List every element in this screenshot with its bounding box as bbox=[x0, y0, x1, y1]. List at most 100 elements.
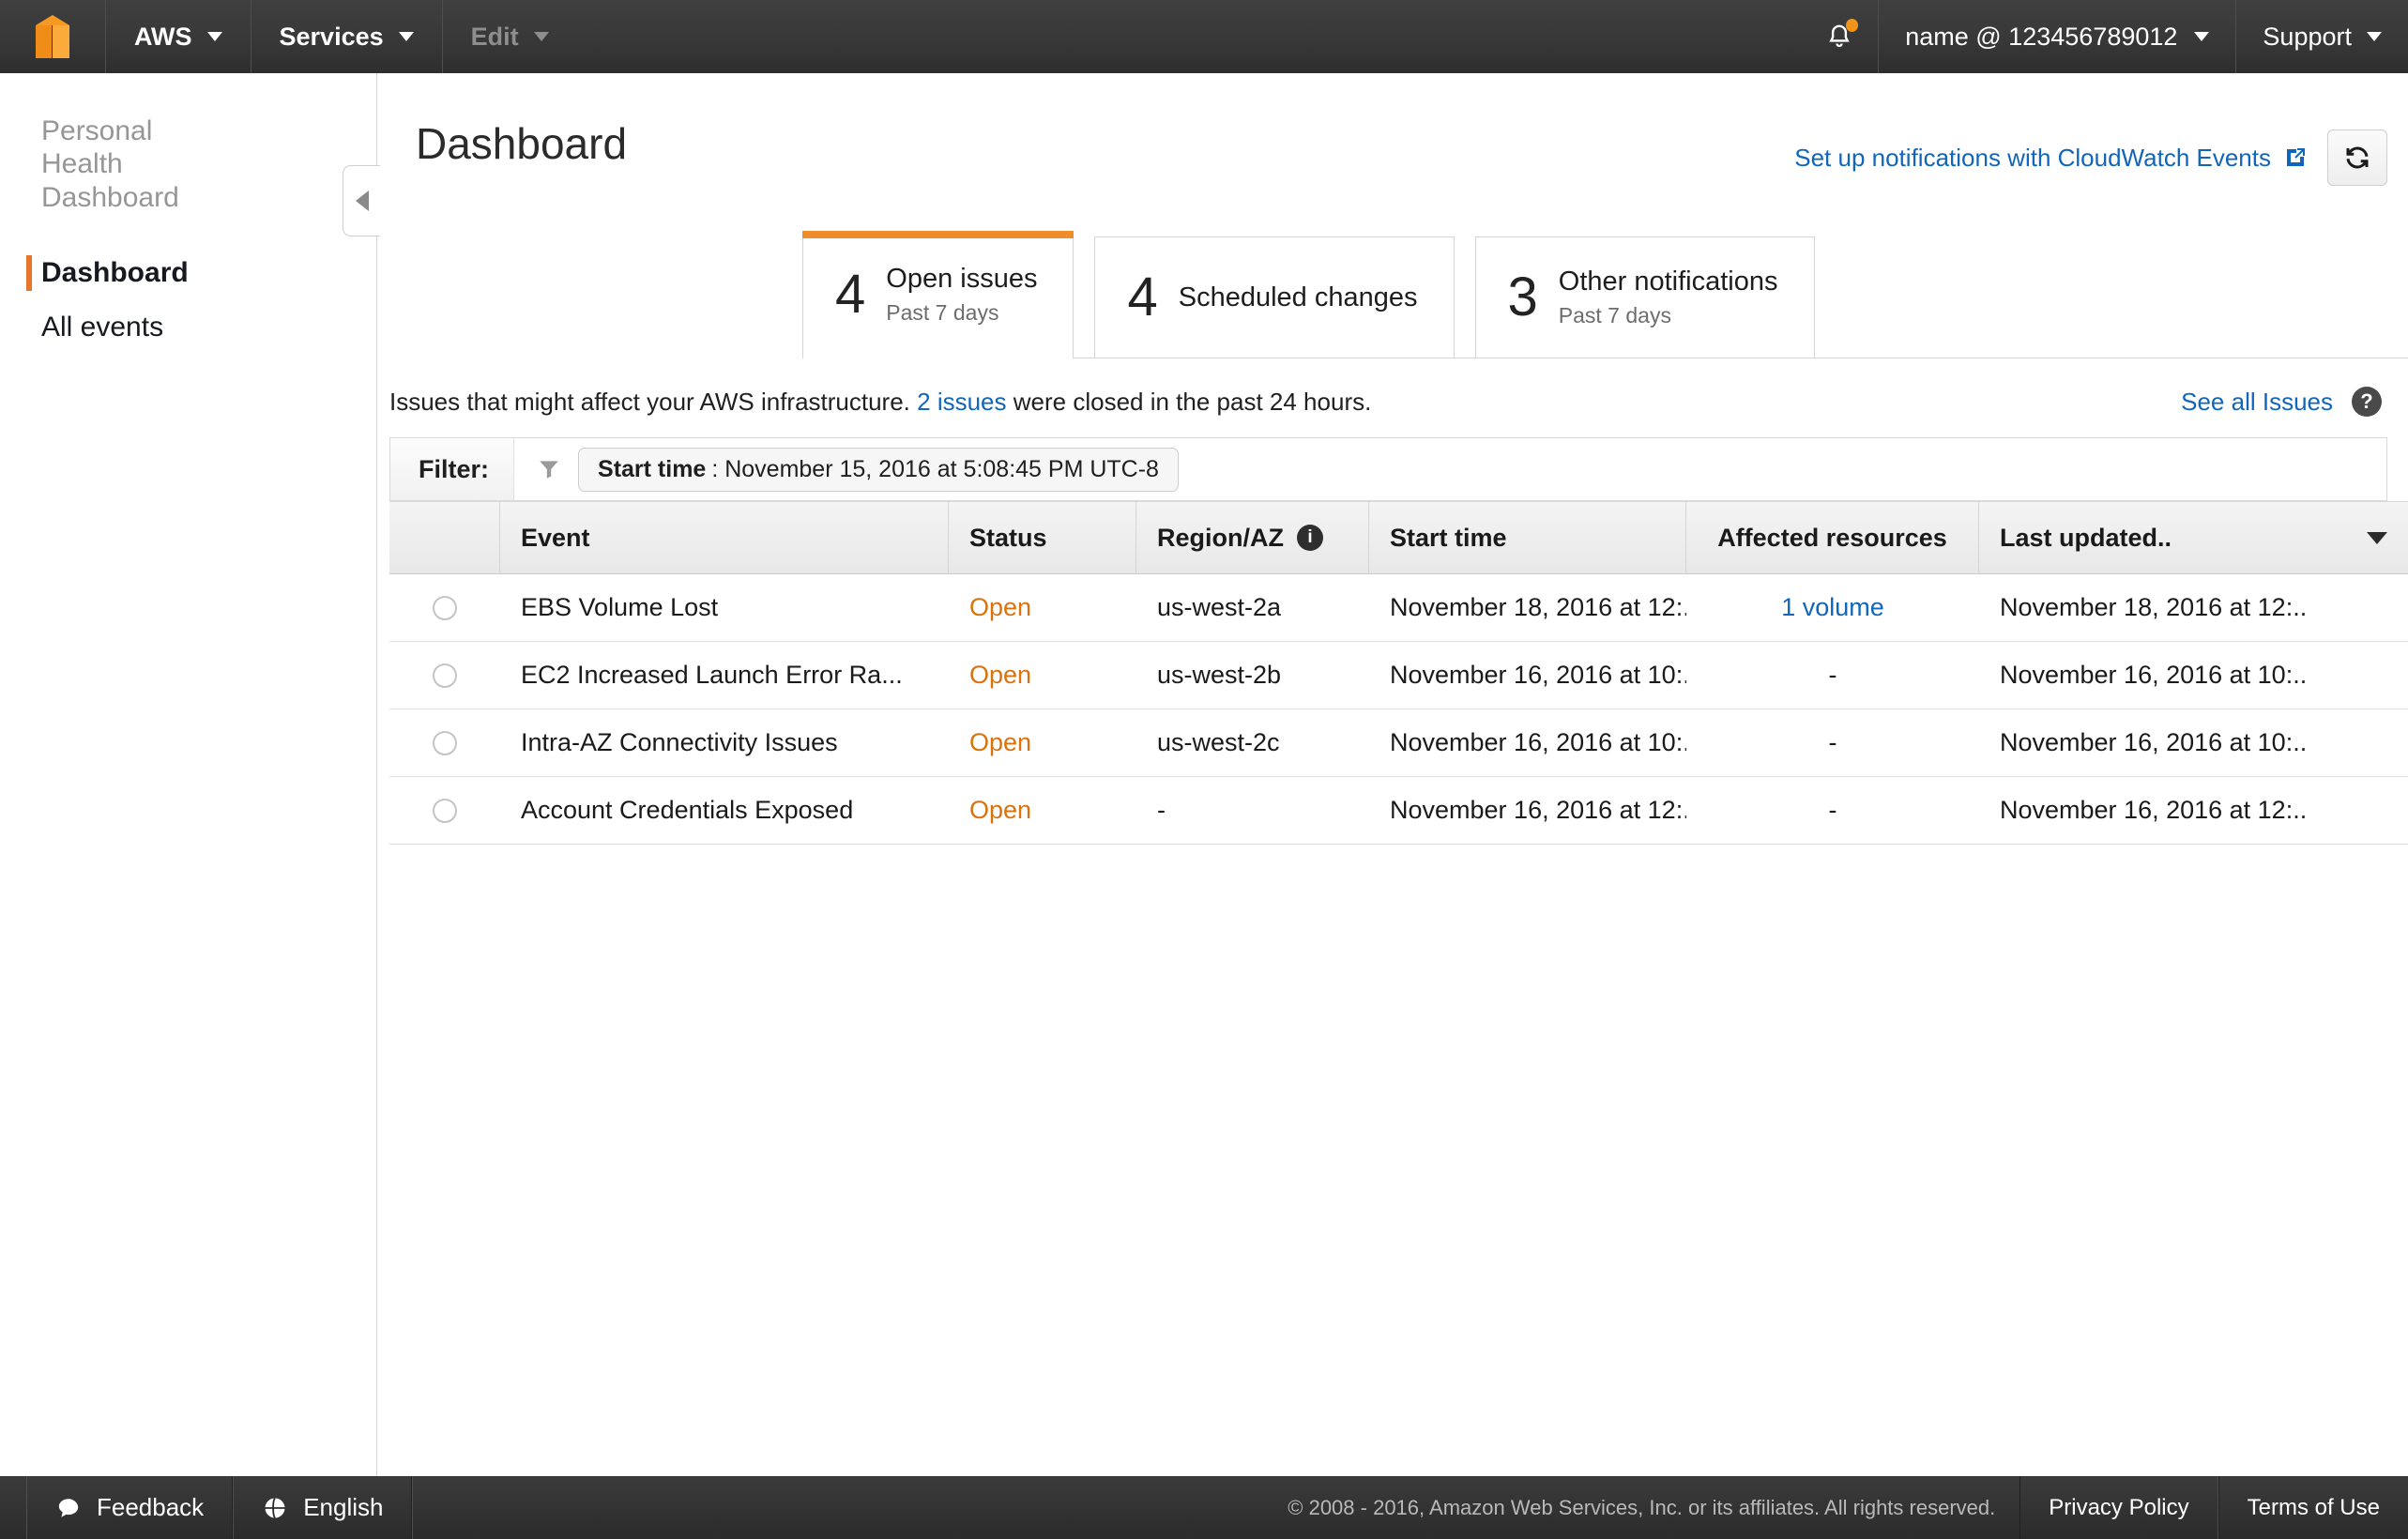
issues-summary-text-after: were closed in the past 24 hours. bbox=[1013, 388, 1372, 417]
account-label: name @ 123456789012 bbox=[1905, 23, 2177, 52]
sort-descending-icon[interactable] bbox=[2367, 532, 2387, 544]
refresh-icon bbox=[2343, 144, 2371, 172]
privacy-policy-link[interactable]: Privacy Policy bbox=[2019, 1476, 2217, 1539]
cell-status: Open bbox=[949, 796, 1136, 825]
nav-edit-menu[interactable]: Edit bbox=[442, 0, 577, 73]
language-label: English bbox=[303, 1493, 383, 1522]
top-navigation-bar: AWS Services Edit name @ 123456789012 Su… bbox=[0, 0, 2408, 73]
account-menu[interactable]: name @ 123456789012 bbox=[1878, 0, 2236, 73]
table-header-affected-resources[interactable]: Affected resources bbox=[1686, 502, 1979, 573]
table-header-label: Last updated.. bbox=[2000, 524, 2172, 553]
external-link-icon bbox=[2284, 146, 2307, 169]
speech-bubble-icon bbox=[55, 1496, 82, 1520]
terms-of-use-link[interactable]: Terms of Use bbox=[2218, 1476, 2408, 1539]
cell-event: Intra-AZ Connectivity Issues bbox=[500, 728, 949, 757]
question-mark-icon[interactable]: ? bbox=[2352, 387, 2382, 417]
footer-copyright: © 2008 - 2016, Amazon Web Services, Inc.… bbox=[1263, 1476, 2019, 1539]
nav-services-menu[interactable]: Services bbox=[251, 0, 442, 73]
tab-subtitle: Past 7 days bbox=[1559, 303, 1778, 328]
cell-region: - bbox=[1136, 796, 1369, 825]
cell-status: Open bbox=[949, 728, 1136, 757]
cell-affected-resources: - bbox=[1686, 661, 1979, 690]
chevron-down-icon bbox=[2367, 32, 2382, 41]
filter-input-area[interactable]: Start time: November 15, 2016 at 5:08:45… bbox=[513, 438, 2386, 500]
refresh-button[interactable] bbox=[2327, 130, 2387, 186]
tab-count: 3 bbox=[1508, 270, 1538, 325]
notification-bell-icon[interactable] bbox=[1801, 0, 1878, 73]
nav-aws-menu[interactable]: AWS bbox=[105, 0, 251, 73]
cell-last-updated: November 16, 2016 at 12:.. bbox=[1979, 796, 2408, 825]
tab-count: 4 bbox=[1127, 270, 1157, 325]
chevron-left-icon bbox=[356, 190, 369, 211]
filter-label: Filter: bbox=[390, 438, 513, 500]
topnav-left-group: AWS Services Edit bbox=[0, 0, 577, 73]
table-header-select bbox=[389, 502, 500, 573]
feedback-button[interactable]: Feedback bbox=[26, 1476, 233, 1539]
nav-aws-label: AWS bbox=[134, 23, 192, 52]
cell-start-time: November 16, 2016 at 10:.. bbox=[1369, 661, 1686, 690]
nav-edit-label: Edit bbox=[471, 23, 519, 52]
cell-region: us-west-2a bbox=[1136, 593, 1369, 622]
table-row[interactable]: Intra-AZ Connectivity Issues Open us-wes… bbox=[389, 709, 2408, 777]
issues-table: Event Status Region/AZ i Start time Affe… bbox=[389, 501, 2408, 845]
row-select-cell bbox=[389, 799, 500, 823]
tab-other-notifications[interactable]: 3 Other notifications Past 7 days bbox=[1475, 236, 1815, 358]
cell-affected-resources: - bbox=[1686, 796, 1979, 825]
row-select-cell bbox=[389, 596, 500, 620]
tab-count: 4 bbox=[835, 267, 865, 322]
filter-bar: Filter: Start time: November 15, 2016 at… bbox=[389, 437, 2387, 501]
table-header-last-updated[interactable]: Last updated.. bbox=[1979, 502, 2408, 573]
closed-issues-link[interactable]: 2 issues bbox=[917, 388, 1006, 417]
main-content: Dashboard Set up notifications with Clou… bbox=[378, 73, 2408, 1476]
tab-open-issues[interactable]: 4 Open issues Past 7 days bbox=[802, 231, 1074, 358]
tab-label: Scheduled changes bbox=[1179, 282, 1418, 313]
sidebar-collapse-button[interactable] bbox=[343, 165, 380, 236]
nav-services-label: Services bbox=[280, 23, 384, 52]
cell-event: EBS Volume Lost bbox=[500, 593, 949, 622]
cell-last-updated: November 18, 2016 at 12:.. bbox=[1979, 593, 2408, 622]
filter-chip-value: : November 15, 2016 at 5:08:45 PM UTC-8 bbox=[711, 456, 1159, 483]
table-row[interactable]: Account Credentials Exposed Open - Novem… bbox=[389, 777, 2408, 845]
language-button[interactable]: English bbox=[233, 1476, 412, 1539]
page-header-actions: Set up notifications with CloudWatch Eve… bbox=[1794, 122, 2387, 186]
cell-start-time: November 18, 2016 at 12:.. bbox=[1369, 593, 1686, 622]
table-row[interactable]: EBS Volume Lost Open us-west-2a November… bbox=[389, 574, 2408, 642]
sidebar: Personal Health Dashboard Dashboard All … bbox=[0, 73, 377, 1476]
table-header-event[interactable]: Event bbox=[500, 502, 949, 573]
filter-chip-key: Start time bbox=[598, 456, 706, 483]
filter-chip-start-time[interactable]: Start time: November 15, 2016 at 5:08:45… bbox=[578, 448, 1179, 492]
footer-left-gap bbox=[0, 1476, 26, 1539]
tab-scheduled-changes[interactable]: 4 Scheduled changes bbox=[1094, 236, 1454, 358]
row-select-cell bbox=[389, 731, 500, 755]
row-radio-button[interactable] bbox=[433, 799, 457, 823]
sidebar-nav-list: Dashboard All events bbox=[0, 246, 376, 355]
row-radio-button[interactable] bbox=[433, 596, 457, 620]
sidebar-item-all-events[interactable]: All events bbox=[0, 300, 376, 355]
table-header-label: Region/AZ bbox=[1157, 524, 1284, 553]
support-label: Support bbox=[2263, 23, 2352, 52]
row-radio-button[interactable] bbox=[433, 731, 457, 755]
table-header-label: Affected resources bbox=[1717, 524, 1947, 553]
table-header-status[interactable]: Status bbox=[949, 502, 1136, 573]
issues-summary-text-before: Issues that might affect your AWS infras… bbox=[389, 388, 910, 417]
table-row[interactable]: EC2 Increased Launch Error Ra... Open us… bbox=[389, 642, 2408, 709]
table-header-start-time[interactable]: Start time bbox=[1369, 502, 1686, 573]
aws-cube-logo-icon[interactable] bbox=[0, 0, 105, 73]
row-radio-button[interactable] bbox=[433, 663, 457, 688]
page-header: Dashboard Set up notifications with Clou… bbox=[378, 122, 2408, 186]
globe-icon bbox=[262, 1495, 288, 1521]
cell-event: Account Credentials Exposed bbox=[500, 796, 949, 825]
notification-badge-dot bbox=[1846, 19, 1858, 32]
sidebar-item-dashboard[interactable]: Dashboard bbox=[0, 246, 376, 300]
row-select-cell bbox=[389, 663, 500, 688]
table-header-label: Start time bbox=[1390, 524, 1507, 553]
info-icon[interactable]: i bbox=[1297, 525, 1323, 551]
funnel-icon bbox=[537, 456, 561, 482]
cell-affected-resources[interactable]: 1 volume bbox=[1686, 593, 1979, 622]
sidebar-service-title: Personal Health Dashboard bbox=[0, 114, 235, 214]
cloudwatch-events-link[interactable]: Set up notifications with CloudWatch Eve… bbox=[1794, 144, 2307, 173]
cell-affected-resources: - bbox=[1686, 728, 1979, 757]
support-menu[interactable]: Support bbox=[2236, 0, 2408, 73]
table-header-region[interactable]: Region/AZ i bbox=[1136, 502, 1369, 573]
see-all-issues-link[interactable]: See all Issues bbox=[2181, 388, 2333, 417]
